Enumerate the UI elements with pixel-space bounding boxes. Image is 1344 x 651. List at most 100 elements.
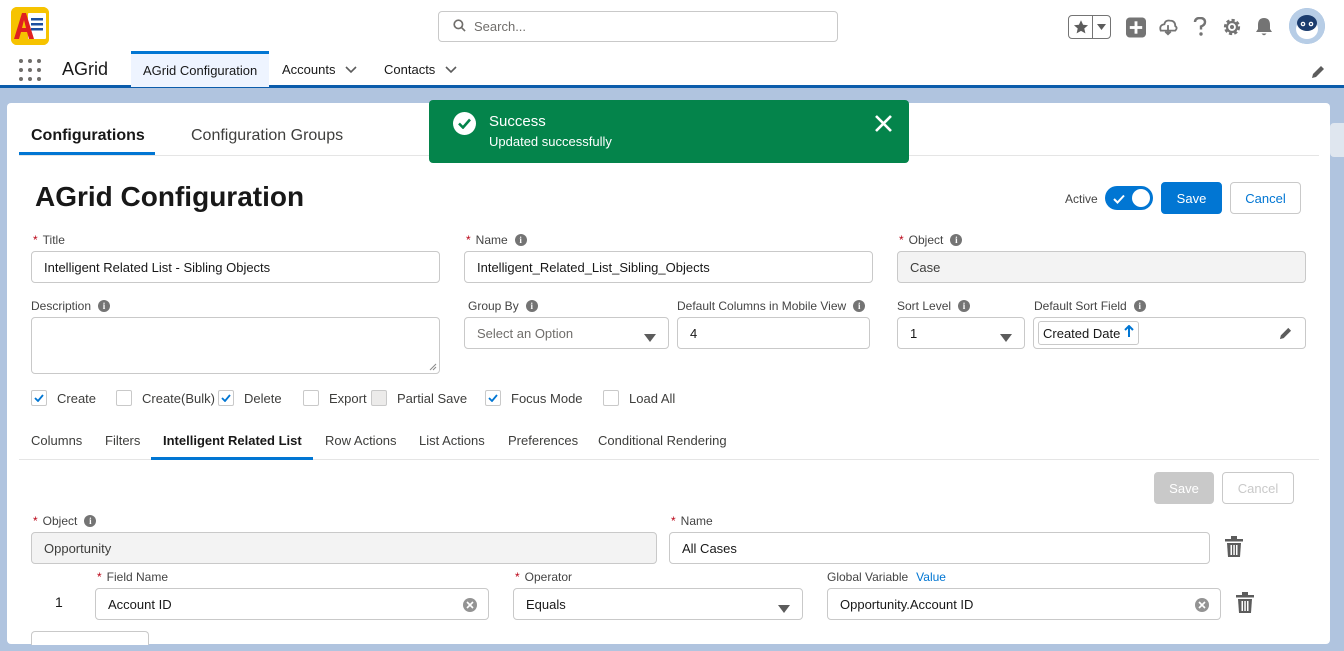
sort-level-label: Sort Level i bbox=[897, 299, 971, 313]
toggle-knob bbox=[1132, 189, 1150, 207]
clear-icon[interactable] bbox=[463, 598, 477, 612]
tab-conditional-rendering[interactable]: Conditional Rendering bbox=[598, 433, 727, 448]
cancel-button[interactable]: Cancel bbox=[1230, 182, 1301, 214]
name-label: * Name i bbox=[466, 233, 527, 247]
info-icon[interactable]: i bbox=[525, 300, 538, 312]
global-variable-label: Global Variable Value bbox=[827, 570, 946, 584]
sort-level-select[interactable]: 1 bbox=[897, 317, 1025, 349]
chevron-down-icon[interactable] bbox=[345, 62, 358, 77]
info-icon[interactable]: i bbox=[958, 300, 971, 312]
edit-nav-pencil-icon[interactable] bbox=[1311, 65, 1325, 82]
info-icon[interactable]: i bbox=[84, 515, 97, 527]
checkbox[interactable] bbox=[303, 390, 319, 406]
name-field[interactable]: Intelligent_Related_List_Sibling_Objects bbox=[464, 251, 873, 283]
irl-object-label: * Object i bbox=[33, 514, 97, 528]
app-launcher-icon[interactable] bbox=[19, 59, 41, 81]
app-logo[interactable] bbox=[11, 7, 49, 45]
toast-title: Success bbox=[489, 113, 546, 130]
object-label: * Object i bbox=[899, 233, 963, 247]
group-by-select[interactable]: Select an Option bbox=[464, 317, 669, 349]
user-avatar[interactable] bbox=[1289, 8, 1325, 44]
setup-gear-icon[interactable] bbox=[1222, 16, 1242, 38]
checkbox-load-all[interactable]: Load All bbox=[603, 390, 675, 406]
tab-intelligent-related-list[interactable]: Intelligent Related List bbox=[163, 433, 302, 448]
default-sort-field-label: Default Sort Field i bbox=[1034, 299, 1146, 313]
title-field[interactable]: Intelligent Related List - Sibling Objec… bbox=[31, 251, 440, 283]
tab-row-actions[interactable]: Row Actions bbox=[325, 433, 397, 448]
field-name-field[interactable]: Account ID bbox=[95, 588, 489, 620]
checkbox-export[interactable]: Export bbox=[303, 390, 367, 406]
nav-tab-agrid-configuration[interactable]: AGrid Configuration bbox=[131, 51, 270, 87]
help-icon[interactable] bbox=[1190, 16, 1210, 38]
trailhead-guidance-icon[interactable] bbox=[1158, 16, 1178, 38]
delete-trash-icon[interactable] bbox=[1225, 536, 1243, 560]
mobile-columns-field[interactable]: 4 bbox=[677, 317, 870, 349]
toast-message: Updated successfully bbox=[489, 134, 612, 149]
checkbox-create[interactable]: Create bbox=[31, 390, 96, 406]
nav-tab-label: AGrid Configuration bbox=[143, 63, 258, 78]
checkbox-delete[interactable]: Delete bbox=[218, 390, 282, 406]
chevron-down-icon[interactable] bbox=[445, 62, 457, 77]
tab-configuration-groups[interactable]: Configuration Groups bbox=[191, 127, 343, 145]
active-toggle[interactable] bbox=[1105, 186, 1153, 210]
success-check-icon bbox=[453, 112, 476, 135]
checkbox[interactable] bbox=[485, 390, 501, 406]
app-name: AGrid bbox=[62, 59, 109, 79]
global-actions-add-icon[interactable] bbox=[1126, 16, 1146, 38]
chevron-down-icon bbox=[1000, 330, 1012, 345]
active-subtab-indicator bbox=[151, 457, 313, 460]
info-icon[interactable]: i bbox=[950, 234, 963, 246]
irl-object-field: Opportunity bbox=[31, 532, 657, 564]
info-icon[interactable]: i bbox=[514, 234, 527, 246]
delete-condition-trash-icon[interactable] bbox=[1236, 592, 1254, 616]
tab-preferences[interactable]: Preferences bbox=[508, 433, 578, 448]
clear-icon[interactable] bbox=[1195, 598, 1209, 612]
notifications-bell-icon[interactable] bbox=[1254, 16, 1274, 38]
checkbox-create-bulk[interactable]: Create(Bulk) bbox=[116, 390, 215, 406]
group-by-label: Group By i bbox=[468, 299, 538, 313]
save-button[interactable]: Save bbox=[1161, 182, 1222, 214]
checkbox[interactable] bbox=[218, 390, 234, 406]
tab-list-actions[interactable]: List Actions bbox=[419, 433, 485, 448]
star-icon bbox=[1069, 16, 1093, 38]
add-condition-button[interactable] bbox=[31, 631, 149, 645]
description-textarea[interactable] bbox=[31, 317, 440, 374]
tab-filters[interactable]: Filters bbox=[105, 433, 140, 448]
checkbox[interactable] bbox=[31, 390, 47, 406]
edit-pencil-icon[interactable] bbox=[1279, 327, 1292, 343]
arrow-up-icon[interactable] bbox=[1124, 324, 1135, 341]
checkbox bbox=[371, 390, 387, 406]
field-name-label: * Field Name bbox=[97, 570, 169, 584]
irl-name-field[interactable]: All Cases bbox=[669, 532, 1210, 564]
operator-select[interactable]: Equals bbox=[513, 588, 803, 620]
tab-configurations[interactable]: Configurations bbox=[31, 127, 145, 145]
checkbox-focus-mode[interactable]: Focus Mode bbox=[485, 390, 583, 406]
utility-panel-handle[interactable] bbox=[1330, 123, 1344, 157]
close-icon[interactable] bbox=[874, 114, 893, 136]
nav-tab-label: Contacts bbox=[384, 61, 436, 77]
search-icon bbox=[453, 18, 466, 35]
global-header bbox=[0, 0, 1344, 52]
description-label: Description i bbox=[31, 299, 111, 313]
value-link[interactable]: Value bbox=[916, 570, 946, 584]
nav-tab-contacts[interactable]: Contacts bbox=[384, 51, 457, 87]
nav-tab-accounts[interactable]: Accounts bbox=[282, 51, 358, 87]
operator-label: * Operator bbox=[515, 570, 573, 584]
info-icon[interactable]: i bbox=[98, 300, 111, 312]
tab-columns[interactable]: Columns bbox=[31, 433, 82, 448]
chevron-down-icon[interactable] bbox=[1093, 24, 1110, 30]
sort-field-pill[interactable]: Created Date bbox=[1038, 321, 1140, 345]
search-input[interactable] bbox=[474, 19, 814, 34]
default-sort-field[interactable]: Created Date bbox=[1033, 317, 1306, 349]
checkbox[interactable] bbox=[603, 390, 619, 406]
object-field: Case bbox=[897, 251, 1306, 283]
info-icon[interactable]: i bbox=[1133, 300, 1146, 312]
global-search[interactable] bbox=[438, 11, 838, 42]
irl-cancel-button: Cancel bbox=[1222, 472, 1294, 504]
resize-handle-icon[interactable] bbox=[429, 363, 437, 371]
global-variable-field[interactable]: Opportunity.Account ID bbox=[827, 588, 1221, 620]
info-icon[interactable]: i bbox=[853, 300, 866, 312]
favorites-button[interactable] bbox=[1068, 15, 1111, 39]
chevron-down-icon bbox=[778, 601, 790, 616]
checkbox[interactable] bbox=[116, 390, 132, 406]
